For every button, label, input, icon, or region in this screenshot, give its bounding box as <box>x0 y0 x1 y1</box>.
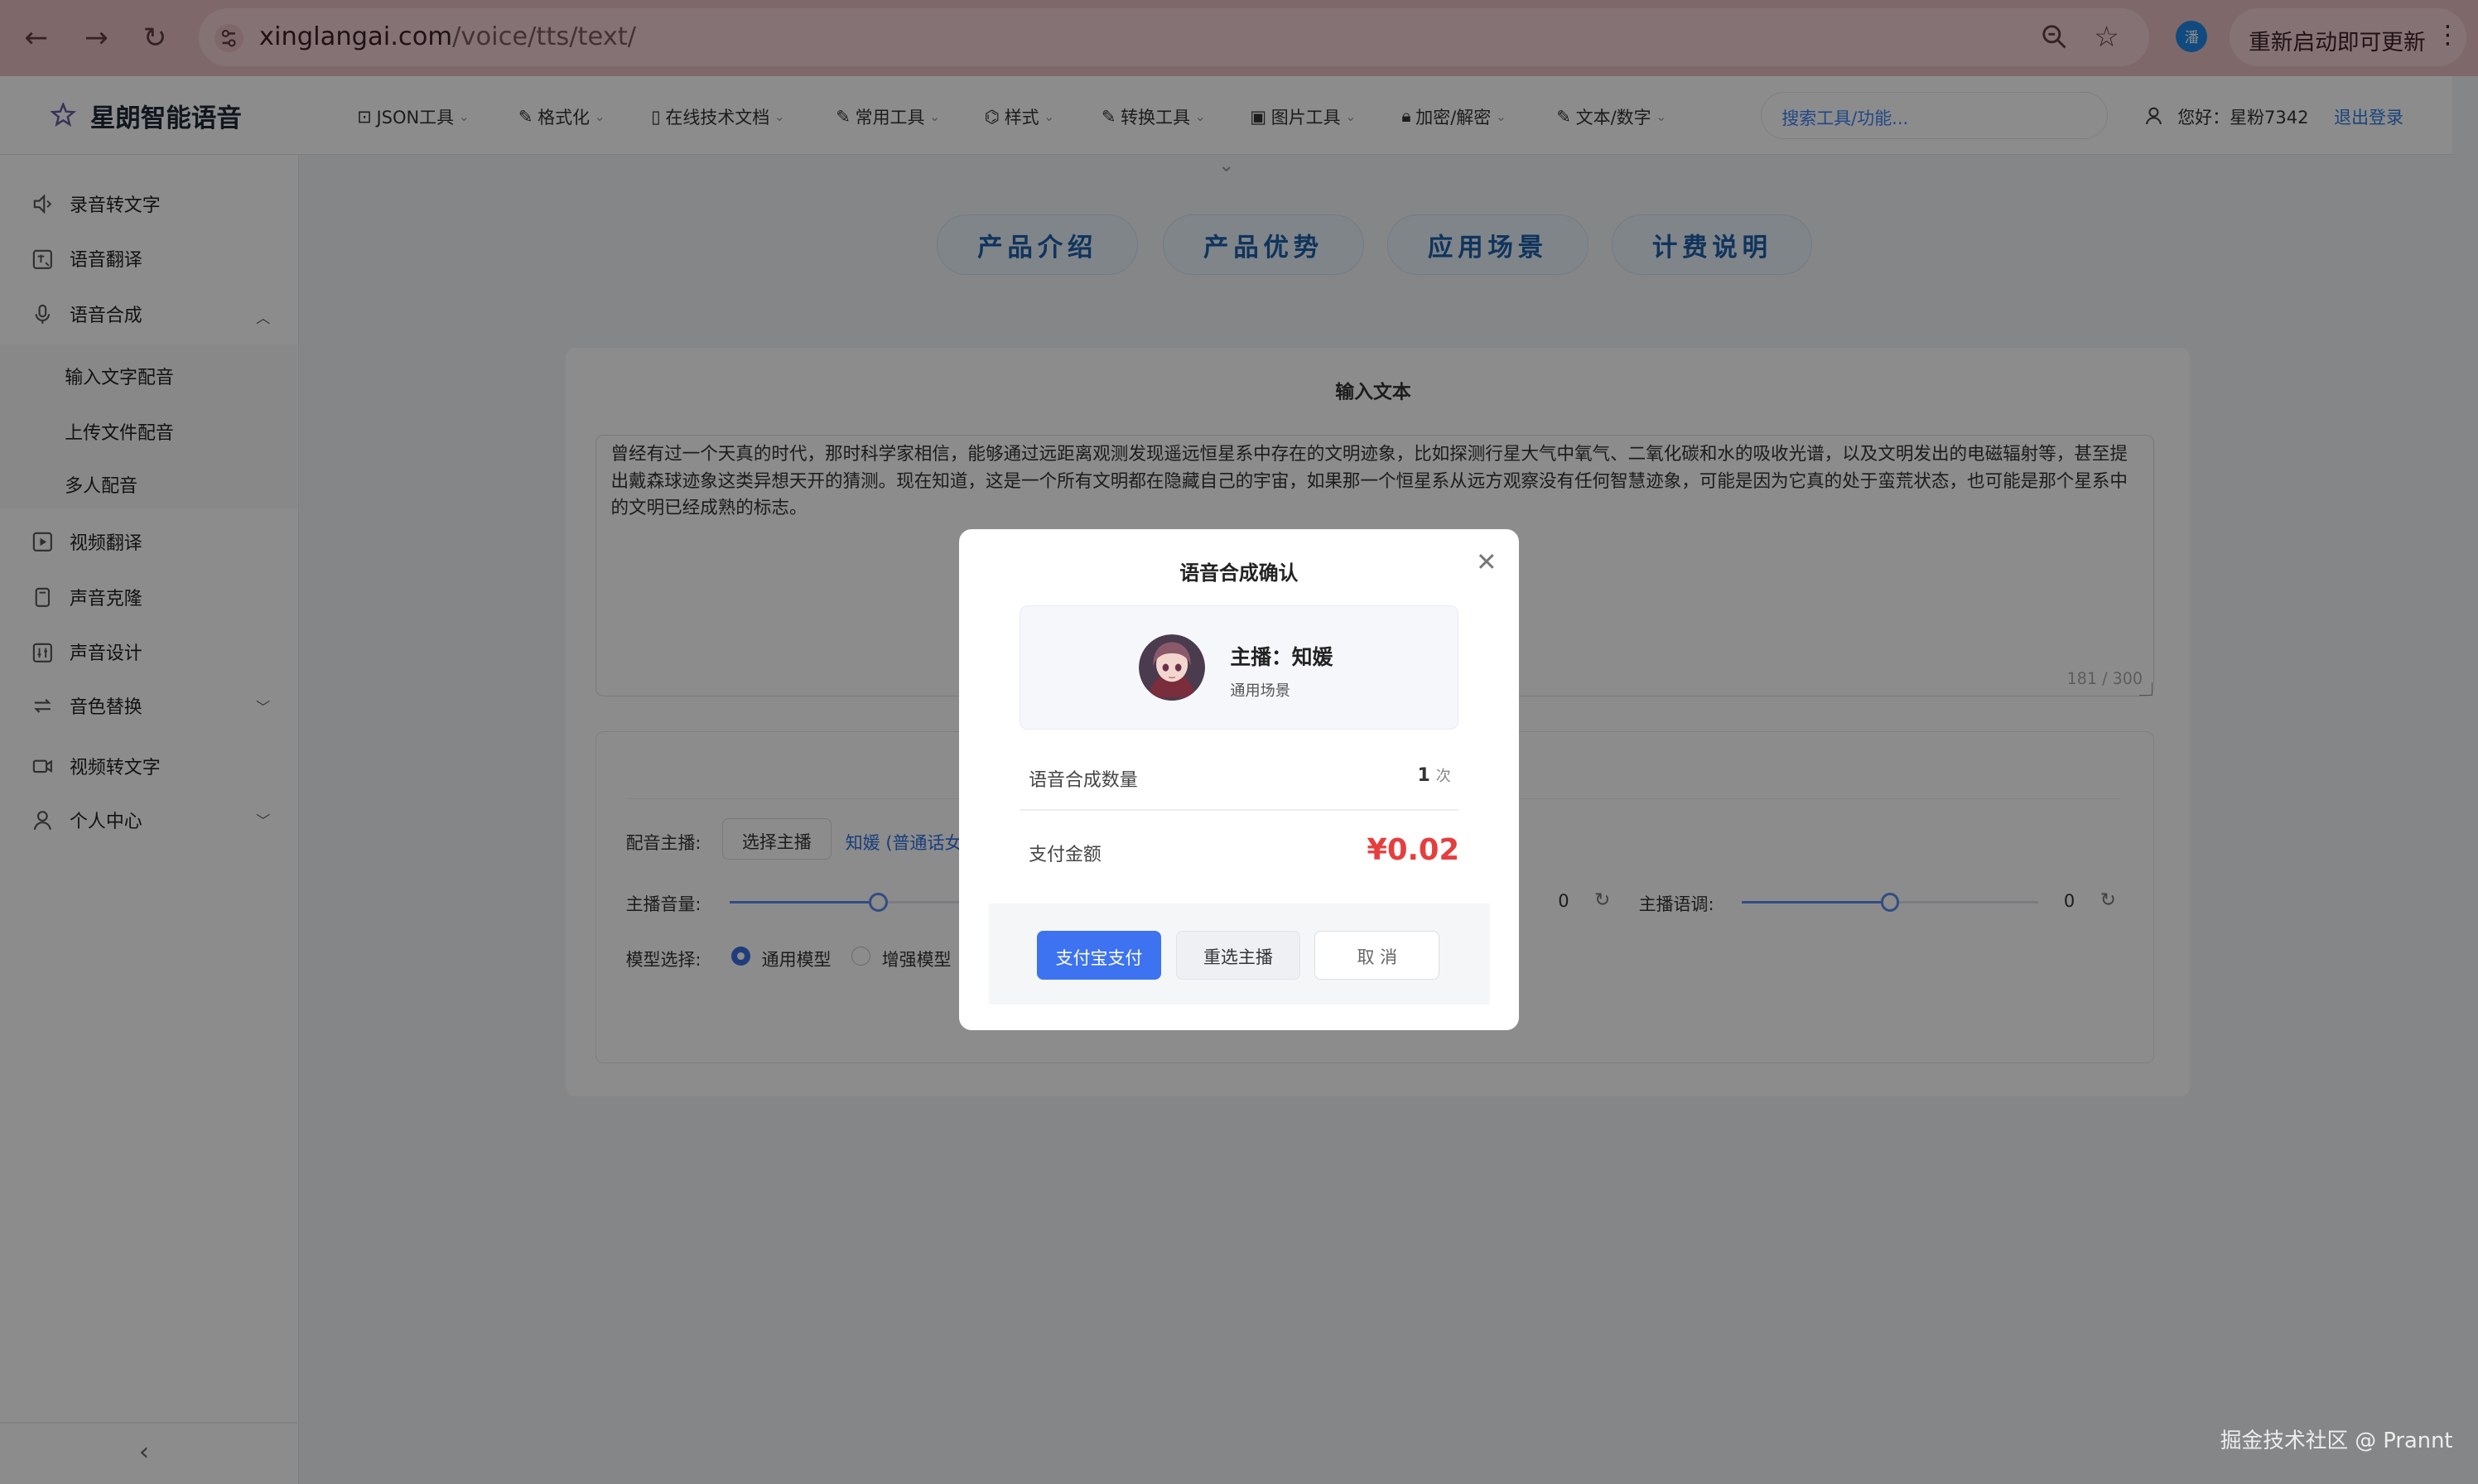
tts-confirm-dialog: 语音合成确认 ✕ 主播：知媛 通用场景 语音合成数量 1 次 支付金额 ¥0.0… <box>959 529 1519 1030</box>
watermark: 掘金技术社区 @ Prannt <box>2220 1429 2453 1454</box>
dialog-title: 语音合成确认 <box>1179 561 1299 585</box>
dialog-footer: 支付宝支付 重选主播 取 消 <box>989 903 1491 1005</box>
close-icon[interactable]: ✕ <box>1476 548 1497 577</box>
anchor-card: 主播：知媛 通用场景 <box>1019 605 1459 730</box>
anchor-scene: 通用场景 <box>1230 682 1290 700</box>
count-label: 语音合成数量 <box>1029 770 1138 792</box>
amount-value: ¥0.02 <box>1367 832 1459 867</box>
divider <box>1019 808 1459 811</box>
count-unit: 次 <box>1435 768 1451 786</box>
anchor-name: 主播：知媛 <box>1230 644 1333 669</box>
alipay-pay-button[interactable]: 支付宝支付 <box>1036 930 1162 980</box>
cancel-button[interactable]: 取 消 <box>1314 930 1440 980</box>
anchor-avatar <box>1138 634 1205 701</box>
screen: ← → ↻ xinglangai.com/voice/tts/text/ ☆ 潘… <box>0 0 2478 1484</box>
count-value: 1 次 <box>1417 764 1450 786</box>
reselect-anchor-button[interactable]: 重选主播 <box>1175 930 1301 980</box>
count-number: 1 <box>1417 765 1430 787</box>
amount-label: 支付金额 <box>1029 845 1102 866</box>
